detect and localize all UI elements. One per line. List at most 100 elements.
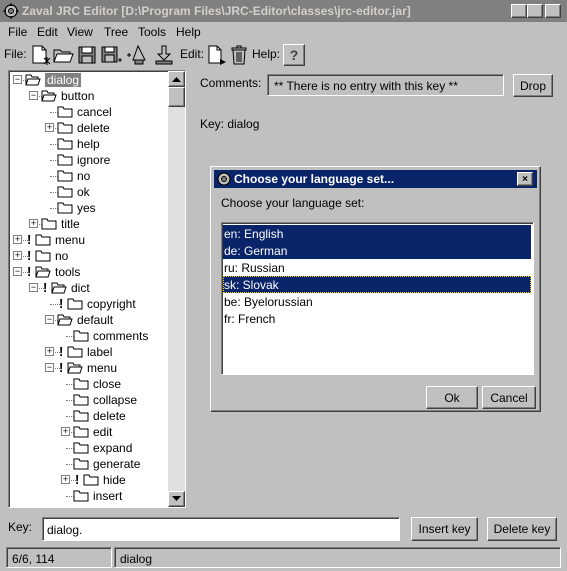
tree-node-label: collapse bbox=[93, 393, 138, 407]
language-option-be[interactable]: be: Byelorussian bbox=[223, 293, 531, 310]
tree-node-label: menu bbox=[55, 233, 86, 247]
tree-node[interactable]: expand bbox=[9, 440, 167, 456]
collapse-toggle-icon[interactable]: − bbox=[45, 315, 54, 324]
exclamation-icon: ! bbox=[43, 280, 48, 295]
tree-add-icon[interactable] bbox=[126, 44, 148, 66]
save-disk-icon[interactable] bbox=[76, 44, 98, 66]
expand-toggle-icon[interactable]: + bbox=[45, 123, 54, 132]
tree-node[interactable]: −! tools bbox=[9, 264, 167, 280]
tree-node[interactable]: no bbox=[9, 168, 167, 184]
insert-key-button[interactable]: Insert key bbox=[411, 517, 478, 541]
tree-node[interactable]: ignore bbox=[9, 152, 167, 168]
collapse-toggle-icon[interactable]: − bbox=[13, 75, 22, 84]
new-entry-icon[interactable] bbox=[205, 44, 227, 66]
tree-node-label: ignore bbox=[77, 153, 111, 167]
dialog-close-button[interactable]: × bbox=[517, 172, 533, 186]
drop-button[interactable]: Drop bbox=[513, 74, 553, 97]
exclamation-icon: ! bbox=[59, 296, 64, 311]
app-gear-icon[interactable] bbox=[3, 3, 19, 19]
tree-node[interactable]: +! hide bbox=[9, 472, 167, 488]
close-button[interactable]: × bbox=[545, 4, 561, 18]
collapse-toggle-icon[interactable]: − bbox=[29, 283, 38, 292]
folder-icon bbox=[35, 250, 51, 262]
tree-node[interactable]: − default bbox=[9, 312, 167, 328]
expand-toggle-icon[interactable]: + bbox=[45, 347, 54, 356]
language-option-de[interactable]: de: German bbox=[223, 242, 531, 259]
trash-icon[interactable] bbox=[228, 44, 250, 66]
tree-node-label: tools bbox=[55, 265, 81, 279]
language-list[interactable]: en: English de: German ru: Russian sk: S… bbox=[221, 222, 534, 375]
folder-icon bbox=[67, 298, 83, 310]
tree-node[interactable]: − dialog bbox=[9, 72, 167, 88]
save-as-icon[interactable] bbox=[100, 44, 122, 66]
expand-toggle-icon[interactable]: + bbox=[13, 235, 22, 244]
expand-toggle-icon[interactable]: + bbox=[29, 219, 38, 228]
scroll-down-button[interactable] bbox=[168, 491, 185, 507]
tree-node[interactable]: −! dict bbox=[9, 280, 167, 296]
menu-tools[interactable]: Tools bbox=[138, 25, 166, 39]
menu-view[interactable]: View bbox=[67, 25, 93, 39]
minimize-button[interactable]: _ bbox=[511, 4, 527, 18]
tree-node[interactable]: −! menu bbox=[9, 360, 167, 376]
collapse-toggle-icon[interactable]: − bbox=[45, 363, 54, 372]
language-option-ru[interactable]: ru: Russian bbox=[223, 259, 531, 276]
help-question-icon[interactable]: ? bbox=[283, 44, 305, 66]
collapse-toggle-icon[interactable]: − bbox=[13, 267, 22, 276]
dialog-title-bar[interactable]: Choose your language set... × bbox=[214, 170, 537, 188]
language-option-fr[interactable]: fr: French bbox=[223, 310, 531, 327]
new-file-icon[interactable] bbox=[29, 44, 51, 66]
tree-node[interactable]: +! no bbox=[9, 248, 167, 264]
tree-node[interactable]: + delete bbox=[9, 120, 167, 136]
expand-toggle-icon[interactable]: + bbox=[61, 427, 70, 436]
tree-node[interactable]: +! label bbox=[9, 344, 167, 360]
tree-node-label: button bbox=[61, 89, 95, 103]
comments-field[interactable]: ** There is no entry with this key ** bbox=[267, 74, 504, 96]
folder-open-icon bbox=[41, 90, 57, 102]
tree-scrollbar[interactable] bbox=[168, 71, 185, 507]
language-option-en[interactable]: en: English bbox=[223, 225, 531, 242]
tree-node-label: hide bbox=[103, 473, 126, 487]
cancel-button[interactable]: Cancel bbox=[482, 386, 536, 409]
tree-node[interactable]: collapse bbox=[9, 392, 167, 408]
tree-node[interactable]: generate bbox=[9, 456, 167, 472]
tree-node[interactable]: cancel bbox=[9, 104, 167, 120]
window-title-bar[interactable]: Zaval JRC Editor [D:\Program Files\JRC-E… bbox=[0, 0, 567, 22]
tree-node-label: dialog bbox=[45, 73, 82, 87]
menu-tree[interactable]: Tree bbox=[104, 25, 128, 39]
tree-node[interactable]: + edit bbox=[9, 424, 167, 440]
tree-node[interactable]: +! menu bbox=[9, 232, 167, 248]
menu-file[interactable]: File bbox=[8, 25, 27, 39]
open-folder-icon[interactable] bbox=[52, 44, 74, 66]
tree-node-label: close bbox=[93, 377, 122, 391]
tree-node[interactable]: yes bbox=[9, 200, 167, 216]
tree-node-label: edit bbox=[93, 425, 113, 439]
tree-node[interactable]: help bbox=[9, 136, 167, 152]
current-key-label: Key: dialog bbox=[200, 117, 260, 131]
tree-node-label: delete bbox=[77, 121, 110, 135]
ok-button[interactable]: Ok bbox=[426, 386, 478, 409]
tree-node[interactable]: − button bbox=[9, 88, 167, 104]
language-option-sk[interactable]: sk: Slovak bbox=[223, 276, 531, 293]
tree-node[interactable]: comments bbox=[9, 328, 167, 344]
resource-tree[interactable]: − dialog − button cancel + delete help ignore no o… bbox=[8, 70, 186, 508]
tree-node[interactable]: delete bbox=[9, 408, 167, 424]
tree-node-label: insert bbox=[93, 489, 123, 503]
scroll-thumb[interactable] bbox=[168, 87, 185, 107]
menu-help[interactable]: Help bbox=[176, 25, 201, 39]
folder-icon bbox=[73, 410, 89, 422]
tree-node[interactable]: + title bbox=[9, 216, 167, 232]
delete-key-button[interactable]: Delete key bbox=[487, 517, 557, 541]
collapse-toggle-icon[interactable]: − bbox=[29, 91, 38, 100]
expand-toggle-icon[interactable]: + bbox=[13, 251, 22, 260]
tree-node[interactable]: insert bbox=[9, 488, 167, 504]
tree-node[interactable]: ! copyright bbox=[9, 296, 167, 312]
tree-node-label: no bbox=[55, 249, 69, 263]
key-input[interactable]: dialog. bbox=[42, 517, 400, 541]
scroll-up-button[interactable] bbox=[168, 71, 185, 87]
maximize-button[interactable]: □ bbox=[527, 4, 543, 18]
tree-node[interactable]: close bbox=[9, 376, 167, 392]
menu-edit[interactable]: Edit bbox=[37, 25, 58, 39]
expand-toggle-icon[interactable]: + bbox=[61, 475, 70, 484]
download-icon[interactable] bbox=[153, 44, 175, 66]
tree-node[interactable]: ok bbox=[9, 184, 167, 200]
